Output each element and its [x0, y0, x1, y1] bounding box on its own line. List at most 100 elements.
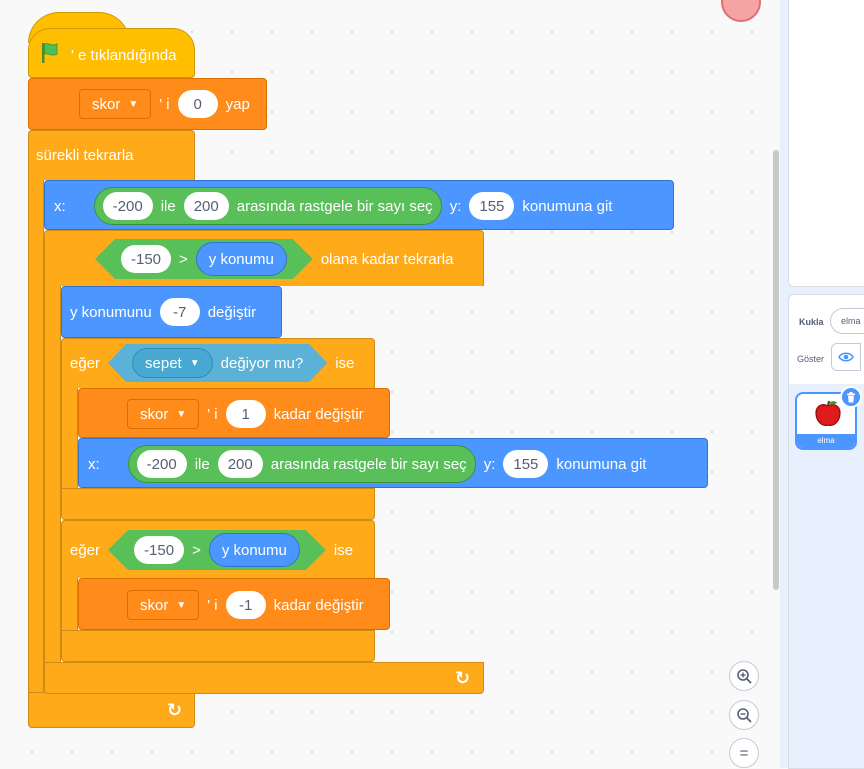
- variable-name: skor: [140, 596, 169, 614]
- compare-operator: >: [179, 250, 188, 268]
- zoom-reset-icon: =: [739, 744, 749, 762]
- when-flag-clicked-label: ' e tıklandığında: [71, 46, 177, 64]
- go-to-action-label: konumuna git: [556, 455, 647, 473]
- sprite-indicator: [721, 0, 761, 22]
- code-workspace[interactable]: ' e tıklandığında skor ▼ ' i 0 yap sürekl…: [0, 0, 780, 768]
- greater-than-condition[interactable]: -150 > y konumu: [95, 239, 313, 279]
- repeat-until-block-top[interactable]: -150 > y konumu olana kadar tekrarla: [44, 230, 484, 286]
- loop-arrow-icon: ↻: [167, 700, 183, 720]
- trash-icon: [847, 391, 855, 402]
- suffix-label: ' i: [207, 596, 218, 614]
- zoom-reset-button[interactable]: =: [729, 738, 759, 768]
- go-to-action-label: konumuna git: [522, 197, 613, 215]
- if-compare-block-top[interactable]: eğer -150 > y konumu ise: [61, 520, 375, 578]
- change-action-label: kadar değiştir: [273, 405, 364, 423]
- repeat-until-block-bottom[interactable]: ↻: [44, 662, 484, 694]
- sprite-name-label: Kukla: [799, 317, 824, 327]
- change-variable-block[interactable]: skor ▼ ' i -1 kadar değiştir: [78, 578, 390, 630]
- show-label: Göster: [797, 354, 825, 364]
- then-label: ise: [335, 354, 355, 372]
- y-position-reporter[interactable]: y konumu: [196, 242, 287, 276]
- suffix-label: ' i: [207, 405, 218, 423]
- forever-label: sürekli tekrarla: [36, 147, 134, 164]
- change-y-block[interactable]: y konumunu -7 değiştir: [61, 286, 282, 338]
- zoom-in-button[interactable]: [729, 661, 759, 691]
- touching-condition[interactable]: sepet ▼ değiyor mu?: [108, 344, 327, 382]
- change-action-label: kadar değiştir: [273, 596, 364, 614]
- change-y-input[interactable]: -7: [159, 298, 200, 326]
- change-value-input[interactable]: -1: [225, 591, 266, 619]
- dropdown-caret-icon: ▼: [189, 357, 200, 369]
- greater-than-condition[interactable]: -150 > y konumu: [108, 530, 326, 570]
- green-flag-icon: [39, 42, 63, 68]
- zoom-out-button[interactable]: [729, 700, 759, 730]
- if-compare-block-bottom: [61, 630, 375, 662]
- touching-object-name: sepet: [145, 354, 182, 372]
- change-value-input[interactable]: 1: [225, 400, 266, 428]
- then-label: ise: [333, 541, 354, 559]
- y-value-input[interactable]: 155: [503, 450, 549, 478]
- zoom-out-icon: [737, 708, 752, 723]
- if-touching-arm: [61, 388, 78, 488]
- delete-sprite-button[interactable]: [840, 386, 862, 408]
- loop-arrow-icon: ↻: [455, 668, 471, 688]
- forever-block-bottom[interactable]: ↻: [28, 692, 195, 728]
- variable-name: skor: [140, 405, 169, 423]
- touching-label: değiyor mu?: [220, 354, 304, 372]
- forever-block-top[interactable]: sürekli tekrarla: [28, 130, 195, 180]
- variable-dropdown[interactable]: skor ▼: [79, 89, 152, 119]
- random-to-input[interactable]: 200: [183, 192, 229, 220]
- x-label: x:: [54, 197, 66, 215]
- if-touching-block-top[interactable]: eğer sepet ▼ değiyor mu? ise: [61, 338, 375, 388]
- apple-icon: [813, 399, 843, 434]
- compare-operator: >: [192, 541, 201, 559]
- eye-icon: [838, 352, 854, 362]
- sprite-tile-name: elma: [797, 434, 855, 448]
- show-sprite-button[interactable]: [831, 343, 861, 371]
- dropdown-caret-icon: ▼: [128, 98, 139, 110]
- forever-block-arm: [28, 180, 44, 692]
- compare-left-input[interactable]: -150: [134, 536, 184, 564]
- set-action-label: yap: [225, 95, 250, 113]
- variable-dropdown[interactable]: skor ▼: [127, 399, 200, 429]
- zoom-in-icon: [737, 669, 752, 684]
- change-variable-block[interactable]: skor ▼ ' i 1 kadar değiştir: [78, 388, 390, 438]
- y-position-reporter[interactable]: y konumu: [209, 533, 300, 567]
- random-and-label: ile: [160, 197, 176, 215]
- if-label: eğer: [70, 541, 101, 559]
- if-label: eğer: [70, 354, 101, 372]
- random-from-input[interactable]: -200: [102, 192, 153, 220]
- sprite-name-input[interactable]: elma: [830, 308, 864, 334]
- pick-random-label: arasında rastgele bir sayı seç: [270, 455, 467, 473]
- go-to-xy-block[interactable]: x: -200 ile 200 arasında rastgele bir sa…: [44, 180, 674, 230]
- x-label: x:: [88, 455, 100, 473]
- when-flag-clicked-block[interactable]: ' e tıklandığında: [28, 28, 195, 78]
- y-label: y:: [449, 197, 462, 215]
- y-label: y:: [483, 455, 496, 473]
- repeat-until-label: olana kadar tekrarla: [320, 250, 454, 268]
- sprite-name-value: elma: [841, 316, 861, 326]
- change-y-action-label: değiştir: [207, 303, 257, 321]
- pick-random-reporter[interactable]: -200 ile 200 arasında rastgele bir sayı …: [93, 187, 442, 225]
- random-to-input[interactable]: 200: [217, 450, 263, 478]
- go-to-xy-block[interactable]: x: -200 ile 200 arasında rastgele bir sa…: [78, 438, 708, 488]
- change-y-label: y konumunu: [70, 303, 152, 321]
- variable-dropdown[interactable]: skor ▼: [127, 590, 200, 620]
- pick-random-label: arasında rastgele bir sayı seç: [236, 197, 433, 215]
- suffix-label: ' i: [159, 95, 170, 113]
- y-value-input[interactable]: 155: [469, 192, 515, 220]
- repeat-until-arm: [44, 286, 61, 662]
- set-value-input[interactable]: 0: [177, 90, 218, 118]
- variable-name: skor: [92, 95, 121, 113]
- random-from-input[interactable]: -200: [136, 450, 187, 478]
- dropdown-caret-icon: ▼: [176, 408, 187, 420]
- touching-object-dropdown[interactable]: sepet ▼: [132, 348, 213, 378]
- if-touching-block-bottom: [61, 488, 375, 520]
- random-and-label: ile: [194, 455, 210, 473]
- stage[interactable]: [788, 0, 864, 287]
- compare-left-input[interactable]: -150: [121, 245, 171, 273]
- workspace-scrollbar[interactable]: [773, 150, 779, 590]
- pick-random-reporter[interactable]: -200 ile 200 arasında rastgele bir sayı …: [127, 445, 476, 483]
- if-compare-arm: [61, 578, 78, 630]
- set-variable-block[interactable]: skor ▼ ' i 0 yap: [28, 78, 267, 130]
